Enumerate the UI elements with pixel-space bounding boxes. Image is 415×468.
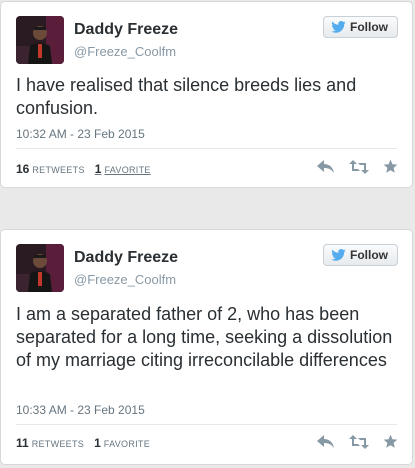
retweet-count[interactable]: 11 RETWEETS <box>16 436 84 450</box>
tweet-stats: 16 RETWEETS 1 FAVORITE <box>16 162 151 176</box>
favorite-count[interactable]: 1 FAVORITE <box>94 436 150 450</box>
follow-label: Follow <box>350 20 388 34</box>
tweet-actions <box>317 159 398 179</box>
tweet-actions <box>317 434 398 454</box>
favorite-star-icon[interactable] <box>383 159 398 179</box>
embedded-tweet: Daddy Freeze @Freeze_Coolfm Follow I am … <box>0 229 413 465</box>
reply-icon[interactable] <box>317 159 335 179</box>
user-handle[interactable]: @Freeze_Coolfm <box>74 44 176 59</box>
user-handle[interactable]: @Freeze_Coolfm <box>74 272 176 287</box>
user-name[interactable]: Daddy Freeze <box>74 21 178 39</box>
retweet-icon[interactable] <box>349 434 369 454</box>
tweet-timestamp[interactable]: 10:33 AM - 23 Feb 2015 <box>16 403 145 417</box>
avatar-image <box>16 244 64 292</box>
retweet-count-number: 11 <box>16 436 29 450</box>
favorite-count-label: FAVORITE <box>103 439 151 449</box>
retweet-count-label: RETWEETS <box>31 439 85 449</box>
twitter-bird-icon <box>331 21 346 33</box>
avatar[interactable] <box>16 244 64 292</box>
tweet-timestamp[interactable]: 10:32 AM - 23 Feb 2015 <box>16 127 145 141</box>
favorite-count[interactable]: 1 FAVORITE <box>95 162 151 176</box>
avatar-image <box>16 16 64 64</box>
follow-label: Follow <box>350 248 388 262</box>
retweet-icon[interactable] <box>349 159 369 179</box>
favorite-count-label: FAVORITE <box>104 165 151 175</box>
divider <box>16 424 397 425</box>
retweet-count-number: 16 <box>16 162 30 176</box>
favorite-star-icon[interactable] <box>383 434 398 454</box>
favorite-count-number: 1 <box>94 436 101 450</box>
tweet-stats: 11 RETWEETS 1 FAVORITE <box>16 436 150 450</box>
divider <box>16 148 397 149</box>
retweet-count-label: RETWEETS <box>32 165 85 175</box>
favorite-count-number: 1 <box>94 162 102 176</box>
retweet-count[interactable]: 16 RETWEETS <box>16 162 85 176</box>
follow-button[interactable]: Follow <box>323 16 398 38</box>
avatar[interactable] <box>16 16 64 64</box>
user-name[interactable]: Daddy Freeze <box>74 249 178 267</box>
twitter-bird-icon <box>331 249 346 261</box>
embedded-tweet: Daddy Freeze @Freeze_Coolfm Follow I hav… <box>0 1 413 188</box>
reply-icon[interactable] <box>317 434 335 454</box>
tweet-text: I have realised that silence breeds lies… <box>16 75 357 118</box>
tweet-text: I am a separated father of 2, who has be… <box>16 304 393 370</box>
follow-button[interactable]: Follow <box>323 244 398 266</box>
